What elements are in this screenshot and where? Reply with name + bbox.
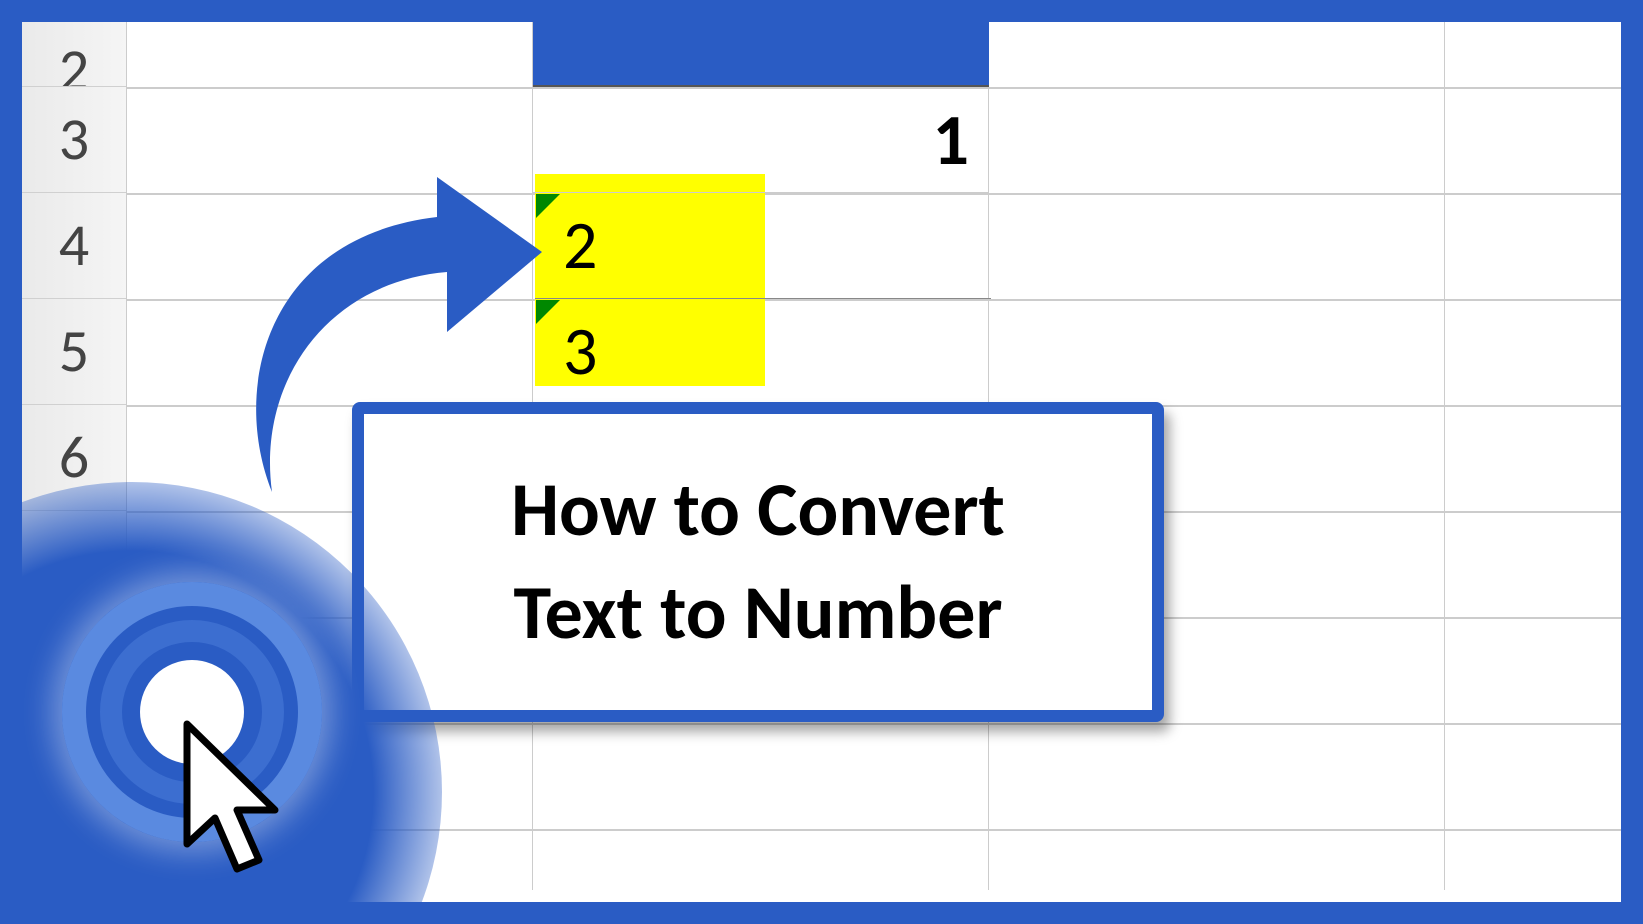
tutorial-title-card: How to Convert Text to Number [352,402,1164,722]
row-header-4[interactable]: 4 [22,193,126,299]
row-header-5[interactable]: 5 [22,299,126,405]
cell-b4-text[interactable]: 2 [535,193,991,299]
cell-b3-number[interactable]: 1 [533,87,989,193]
spreadsheet-frame: 2 3 4 5 6 1 2 3 [22,22,1621,902]
title-line-2: Text to Number [514,567,1003,659]
row-header-3[interactable]: 3 [22,87,126,193]
row-header-2[interactable]: 2 [22,22,126,87]
title-line-1: How to Convert [511,464,1005,556]
cursor-arrow-icon [167,714,307,894]
column-b-header-highlight [533,22,989,87]
cell-b5-text[interactable]: 3 [535,299,991,405]
